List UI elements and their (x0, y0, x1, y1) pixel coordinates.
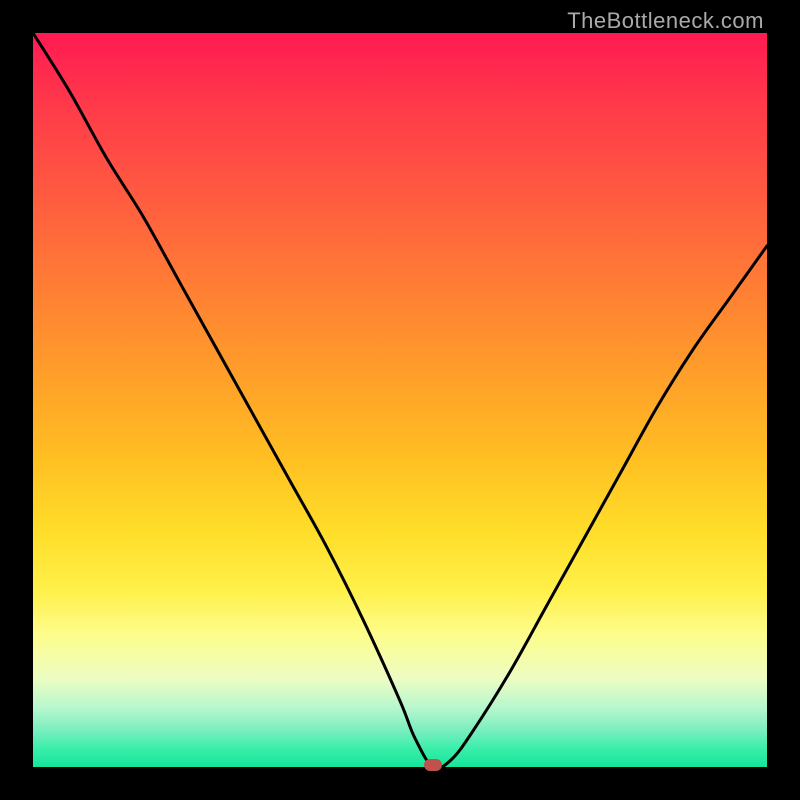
optimal-point-marker (424, 759, 442, 771)
plot-area (33, 33, 767, 767)
watermark-text: TheBottleneck.com (567, 8, 764, 34)
bottleneck-curve (33, 33, 767, 768)
curve-svg (33, 33, 767, 767)
chart-frame: TheBottleneck.com (0, 0, 800, 800)
